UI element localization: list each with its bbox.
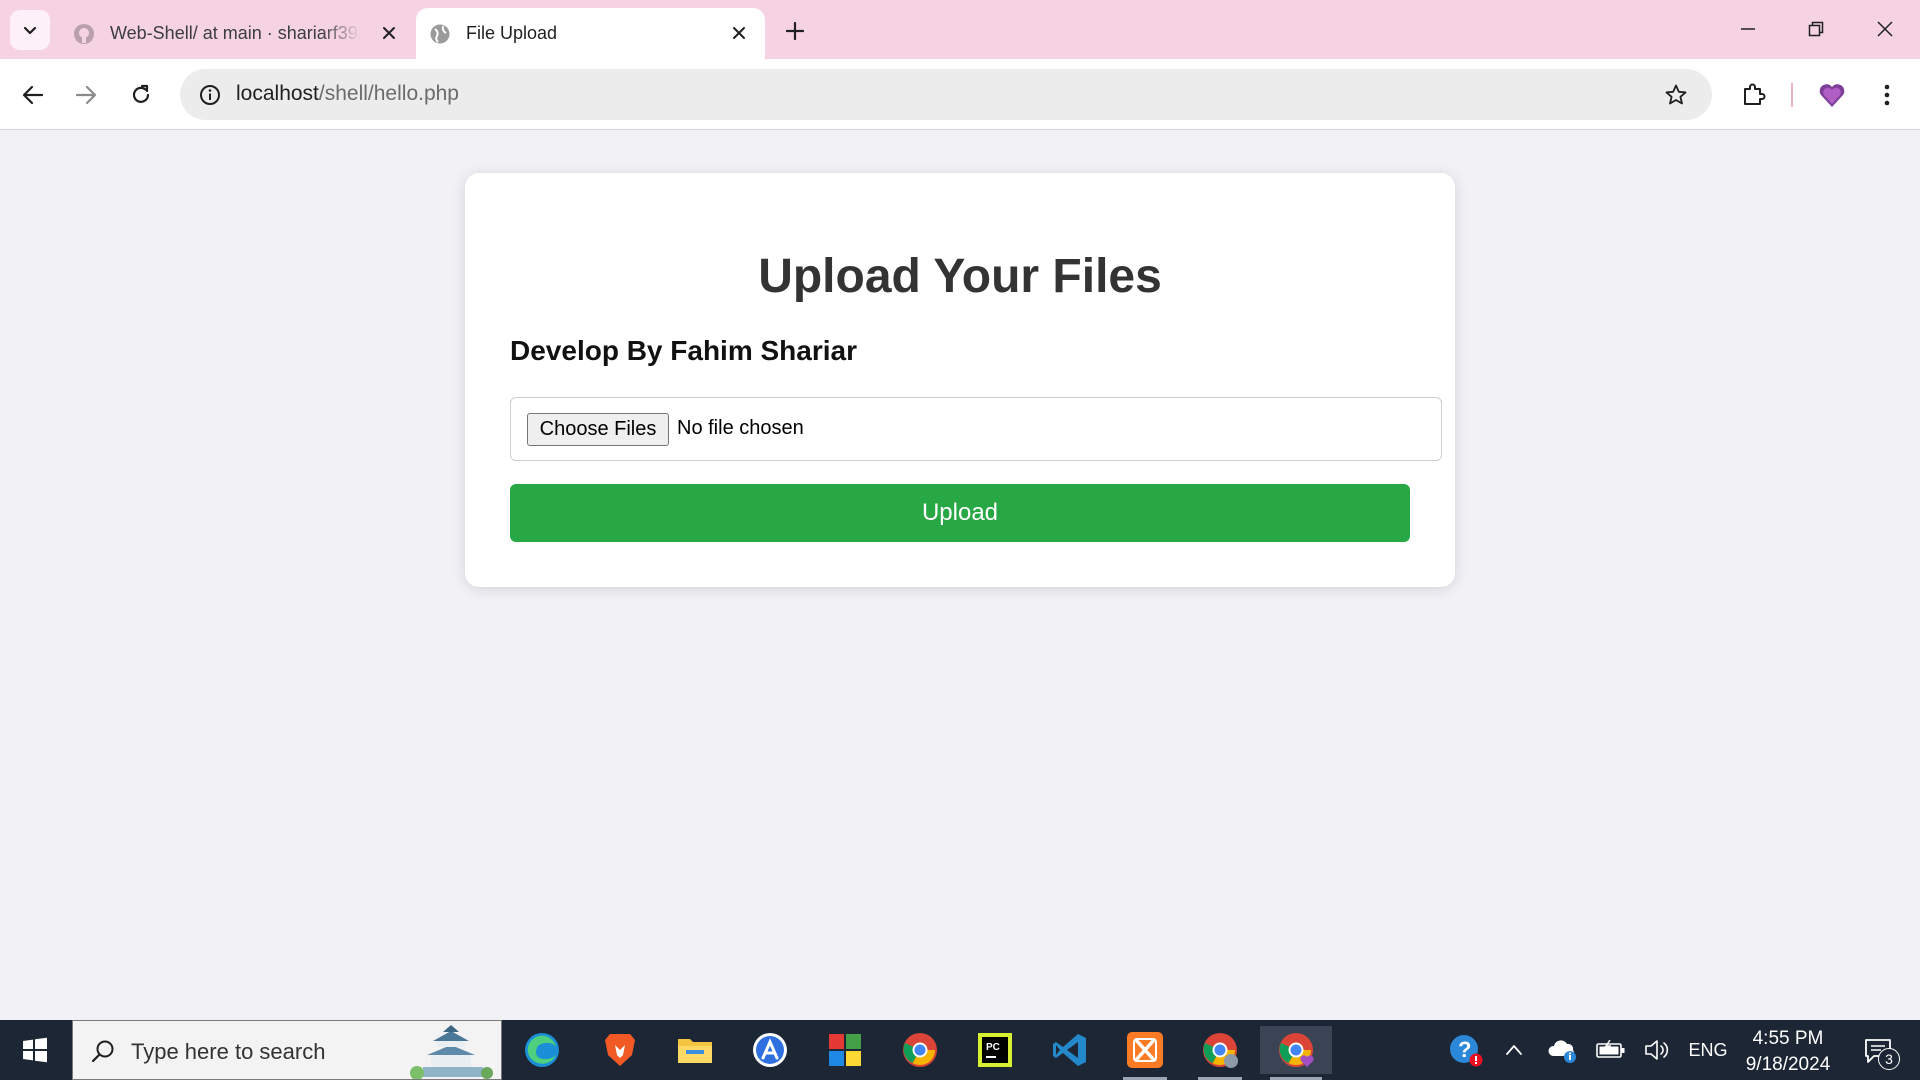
- show-hidden-icons-button[interactable]: [1497, 1020, 1531, 1080]
- new-tab-button[interactable]: [778, 14, 812, 48]
- menu-button[interactable]: [1868, 76, 1906, 114]
- file-status: No file chosen: [677, 417, 804, 439]
- clock-time: 4:55 PM: [1752, 1028, 1824, 1049]
- close-icon[interactable]: [727, 21, 751, 45]
- castle-illustration-icon: [410, 1025, 493, 1079]
- taskbar-search[interactable]: Type here to search: [72, 1020, 502, 1080]
- brave-app[interactable]: [592, 1026, 648, 1074]
- close-icon: [1877, 21, 1893, 37]
- info-icon[interactable]: [192, 77, 228, 113]
- chrome-profile-icon: [1203, 1033, 1238, 1068]
- xampp-app[interactable]: [1117, 1026, 1173, 1080]
- restore-button[interactable]: [1786, 6, 1846, 52]
- file-explorer-app[interactable]: [667, 1026, 723, 1074]
- chrome-icon: [903, 1033, 937, 1067]
- minimize-icon: [1741, 28, 1755, 30]
- url-path: /shell/hello.php: [318, 82, 459, 105]
- url-text: localhost/shell/hello.php: [236, 82, 459, 106]
- pycharm-app[interactable]: PC: [967, 1026, 1023, 1074]
- windows-logo-icon: [23, 1037, 47, 1063]
- arrow-left-icon: [22, 85, 44, 105]
- page-title: Upload Your Files: [758, 250, 1162, 303]
- vscode-icon: [1053, 1034, 1086, 1066]
- app-store-app[interactable]: [742, 1026, 798, 1074]
- language-indicator[interactable]: ENG: [1684, 1020, 1732, 1080]
- address-bar[interactable]: localhost/shell/hello.php: [180, 69, 1712, 120]
- clock-date: 9/18/2024: [1745, 1054, 1831, 1075]
- svg-text:?: ?: [1458, 1037, 1471, 1062]
- start-button[interactable]: [12, 1034, 58, 1066]
- restore-icon: [1808, 21, 1824, 37]
- heart-avatar-icon: [1819, 84, 1845, 107]
- globe-icon: [428, 22, 452, 46]
- reload-icon: [132, 84, 150, 103]
- edge-app[interactable]: [514, 1026, 570, 1074]
- clock[interactable]: 4:55 PM 9/18/2024: [1740, 1026, 1836, 1078]
- github-icon: [72, 22, 96, 46]
- kebab-menu-icon: [1884, 84, 1890, 106]
- windows-taskbar: Type here to search PC ? ENG 4:55 PM 9/1…: [0, 1020, 1920, 1080]
- chrome-active-icon: [1279, 1033, 1314, 1067]
- help-icon: ?: [1450, 1035, 1483, 1067]
- app-store-icon: [753, 1033, 787, 1067]
- browser-toolbar: localhost/shell/hello.php: [0, 59, 1920, 130]
- volume-tray-item[interactable]: [1638, 1020, 1678, 1080]
- bookmark-star-icon[interactable]: [1662, 81, 1690, 109]
- speaker-icon: [1645, 1040, 1669, 1060]
- tab-title: Web-Shell/ at main · shariarf39/: [110, 23, 360, 43]
- close-window-button[interactable]: [1855, 6, 1915, 52]
- puzzle-icon: [1744, 83, 1766, 105]
- svg-text:PC: PC: [986, 1042, 1000, 1053]
- pycharm-icon: PC: [978, 1033, 1012, 1067]
- onedrive-tray-item[interactable]: [1543, 1020, 1583, 1080]
- file-input[interactable]: Choose Files No file chosen: [510, 397, 1442, 461]
- xampp-icon: [1127, 1032, 1163, 1068]
- search-placeholder: Type here to search: [131, 1039, 326, 1064]
- profile-button[interactable]: [1813, 76, 1851, 114]
- notification-count-badge: 3: [1878, 1048, 1900, 1070]
- minimize-button[interactable]: [1718, 6, 1778, 52]
- chrome-active-app[interactable]: [1260, 1026, 1332, 1080]
- upload-card: Upload Your Files Develop By Fahim Shari…: [465, 173, 1455, 587]
- chrome-app[interactable]: [892, 1026, 948, 1074]
- tab-title: File Upload: [466, 23, 558, 43]
- choose-files-button[interactable]: Choose Files: [527, 413, 669, 446]
- battery-icon: [1596, 1040, 1625, 1058]
- url-host: localhost: [236, 82, 319, 105]
- help-tray-item[interactable]: ?: [1444, 1020, 1488, 1080]
- vscode-app[interactable]: [1042, 1026, 1098, 1074]
- chevron-up-icon: [1506, 1045, 1522, 1055]
- tab-web-shell[interactable]: Web-Shell/ at main · shariarf39/: [60, 8, 415, 59]
- tab-file-upload[interactable]: File Upload: [416, 8, 765, 59]
- extensions-button[interactable]: [1735, 76, 1773, 114]
- file-explorer-icon: [678, 1039, 712, 1063]
- toolbar-divider: [1791, 83, 1793, 107]
- office-icon: [829, 1034, 861, 1066]
- back-button[interactable]: [14, 76, 52, 114]
- search-icon: [87, 1035, 119, 1067]
- browser-titlebar: Web-Shell/ at main · shariarf39/ File Up…: [0, 0, 1920, 59]
- close-icon[interactable]: [377, 21, 401, 45]
- page-subtitle: Develop By Fahim Shariar: [510, 335, 858, 366]
- chrome-profile-app[interactable]: [1192, 1026, 1248, 1080]
- tab-search-button[interactable]: [10, 10, 50, 50]
- battery-tray-item[interactable]: [1591, 1020, 1631, 1080]
- office-app[interactable]: [817, 1026, 873, 1074]
- upload-button[interactable]: Upload: [510, 484, 1410, 542]
- action-center-button[interactable]: 3: [1858, 1032, 1900, 1070]
- arrow-right-icon: [75, 85, 97, 105]
- cloud-info-icon: [1548, 1040, 1576, 1063]
- edge-icon: [525, 1033, 559, 1067]
- plus-icon: [786, 22, 804, 40]
- forward-button[interactable]: [67, 76, 105, 114]
- brave-icon: [605, 1034, 635, 1066]
- reload-button[interactable]: [122, 76, 160, 114]
- chevron-down-icon: [23, 26, 37, 35]
